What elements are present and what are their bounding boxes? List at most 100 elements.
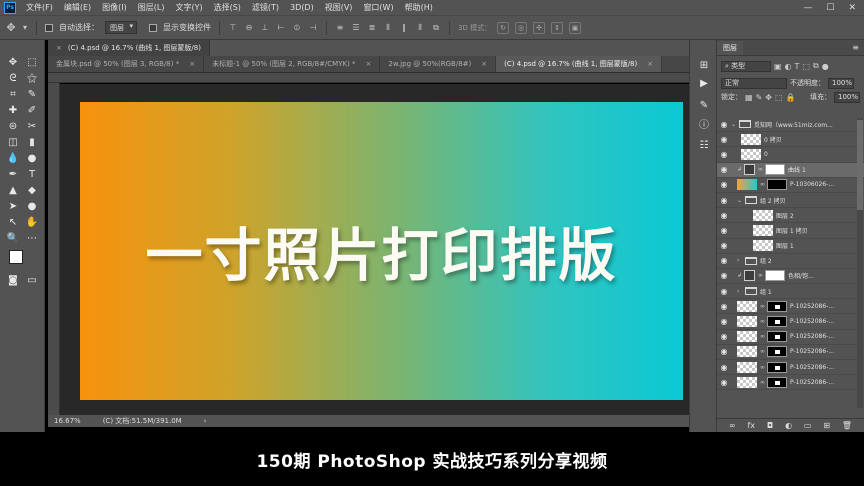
menu-window[interactable]: 窗口(W) <box>363 2 393 13</box>
move-tool-icon[interactable]: ✥ <box>6 21 16 34</box>
visibility-eye-icon[interactable]: ◉ <box>717 196 731 205</box>
visibility-eye-icon[interactable]: ◉ <box>717 120 731 129</box>
distribute-left-icon[interactable]: ⦀ <box>383 23 393 33</box>
maximize-button[interactable]: ☐ <box>826 3 834 13</box>
3d-roll-icon[interactable]: ◎ <box>515 21 528 34</box>
layer-row[interactable]: ◉ 图层 1 <box>717 239 864 254</box>
menu-select[interactable]: 选择(S) <box>214 2 241 13</box>
adjustment-icon[interactable]: ◐ <box>785 421 792 430</box>
visibility-eye-icon[interactable]: ◉ <box>717 347 731 356</box>
chain-link-icon[interactable]: ∞ <box>760 318 765 325</box>
zoom-tool-icon[interactable]: 🔍 <box>5 232 21 246</box>
filter-pixel-icon[interactable]: ▣ <box>774 62 782 71</box>
layer-mask-thumbnail[interactable] <box>767 179 787 191</box>
chain-link-icon[interactable]: ∞ <box>758 166 763 173</box>
panel-menu-icon[interactable]: ≡ <box>852 43 859 52</box>
move-tool-icon[interactable]: ✥ <box>5 56 21 70</box>
screen-mode-icon[interactable]: ▭ <box>24 274 40 288</box>
clone-stamp-icon[interactable]: ⊜ <box>5 120 21 134</box>
document-tab[interactable]: 未标题-1 @ 50% (图层 2, RGB/8#/CMYK) * × <box>204 56 381 72</box>
lock-position-icon[interactable]: ✥ <box>765 93 772 102</box>
vertical-ruler[interactable] <box>48 83 60 415</box>
horizontal-ruler[interactable] <box>48 73 708 83</box>
visibility-eye-icon[interactable]: ◉ <box>717 317 731 326</box>
folder-icon[interactable]: ▭ <box>804 421 812 430</box>
document-tab[interactable]: 金属块.psd @ 50% (图层 3, RGB/8) * × <box>48 56 205 72</box>
layer-filter-dropdown[interactable]: ⌕ 类型 <box>721 60 771 72</box>
new-layer-icon[interactable]: ⊞ <box>823 421 830 430</box>
pen-tool-icon[interactable]: ✒ <box>5 168 21 182</box>
chain-link-icon[interactable]: ∞ <box>760 348 765 355</box>
play-action-icon[interactable]: ▶ <box>697 76 711 90</box>
foreground-color-swatch[interactable] <box>9 250 23 264</box>
distribute-right-icon[interactable]: ⫴ <box>415 23 425 33</box>
visibility-eye-icon[interactable]: ◉ <box>717 241 731 250</box>
layer-mask-thumbnail[interactable] <box>767 361 787 373</box>
auto-align-icon[interactable]: ⧉ <box>431 23 441 33</box>
document-tab-active[interactable]: (C) 4.psd @ 16.7% (曲线 1, 图层蒙版/8) × <box>496 56 663 72</box>
layer-row[interactable]: ◉ ∞ P-10252086-... <box>717 299 864 315</box>
direct-select-icon[interactable]: ➤ <box>5 200 21 214</box>
3d-slide-icon[interactable]: ⇕ <box>551 21 564 34</box>
layer-row[interactable]: ◉ ∞ P-10306026-... <box>717 178 864 193</box>
fx-icon[interactable]: fx <box>747 421 755 430</box>
visibility-eye-icon[interactable]: ◉ <box>717 226 731 235</box>
visibility-eye-icon[interactable]: ◉ <box>717 180 731 189</box>
expand-chevron-icon[interactable]: ⌄ <box>731 121 739 128</box>
link-icon[interactable]: ∞ <box>729 421 736 430</box>
floating-window-tab[interactable]: × (C) 4.psd @ 16.7% (曲线 1, 图层蒙版/8) <box>48 40 210 56</box>
visibility-eye-icon[interactable]: ◉ <box>717 363 731 372</box>
auto-select-checkbox[interactable] <box>45 23 53 32</box>
distribute-top-icon[interactable]: ≡ <box>335 23 345 33</box>
distribute-bottom-icon[interactable]: ≣ <box>367 23 377 33</box>
layer-mask-thumbnail[interactable] <box>767 376 787 388</box>
lasso-tool-icon[interactable]: ᘓ <box>5 72 21 86</box>
history-brush-icon[interactable]: ✂ <box>24 120 40 134</box>
menu-view[interactable]: 视图(V) <box>325 2 353 13</box>
dodge-tool-icon[interactable]: ● <box>24 152 40 166</box>
filter-type-icon[interactable]: T <box>795 62 800 71</box>
properties-panel-icon[interactable]: ☷ <box>697 138 711 152</box>
visibility-eye-icon[interactable]: ◉ <box>717 302 731 311</box>
align-left-icon[interactable]: ⊢ <box>276 23 286 33</box>
visibility-eye-icon[interactable]: ◉ <box>717 150 731 159</box>
zoom-level[interactable]: 16.67% <box>54 417 81 425</box>
visibility-eye-icon[interactable]: ◉ <box>717 271 731 280</box>
filter-shape-icon[interactable]: ⬚ <box>802 62 810 71</box>
close-icon[interactable]: × <box>56 44 62 52</box>
chain-link-icon[interactable]: ∞ <box>760 379 765 386</box>
layer-row[interactable]: ◉ ∞ P-10252086-... <box>717 330 864 345</box>
layer-row[interactable]: ◉ ↲ ∞ 色相/饱... <box>717 269 864 285</box>
menu-file[interactable]: 文件(F) <box>26 2 53 13</box>
layer-row[interactable]: ◉ 图层 2 <box>717 208 864 224</box>
close-icon[interactable]: × <box>366 60 372 68</box>
menu-layer[interactable]: 图层(L) <box>138 2 165 13</box>
eyedropper-icon[interactable]: ✎ <box>24 88 40 102</box>
lock-all-icon[interactable]: 🔒 <box>786 93 796 102</box>
filter-adjustment-icon[interactable]: ◐ <box>785 62 792 71</box>
layer-row[interactable]: ◉ ∞ P-10252086-... <box>717 360 864 376</box>
magic-wand-icon[interactable]: ⚝ <box>24 72 40 86</box>
path-selection-icon[interactable]: ▲ <box>5 184 21 198</box>
tool-preset-dropdown-icon[interactable]: ▾ <box>22 23 28 33</box>
3d-orbit-icon[interactable]: ↻ <box>497 21 510 34</box>
chain-link-icon[interactable]: ∞ <box>760 181 765 188</box>
chain-link-icon[interactable]: ∞ <box>758 272 763 279</box>
expand-chevron-icon[interactable]: › <box>737 257 745 264</box>
layer-mask-thumbnail[interactable] <box>767 331 787 343</box>
marquee-tool-icon[interactable]: ⬚ <box>24 56 40 70</box>
distribute-hcenter-icon[interactable]: ‖ <box>399 23 409 33</box>
3d-drag-icon[interactable]: ✣ <box>533 21 546 34</box>
fill-input[interactable]: 100% <box>834 91 860 103</box>
blend-mode-dropdown[interactable]: 正常 <box>721 77 787 89</box>
layers-panel-title[interactable]: 图层 <box>717 40 743 55</box>
blur-tool-icon[interactable]: 💧 <box>5 152 21 166</box>
artwork-canvas[interactable]: 一寸照片打印排版 <box>80 102 683 400</box>
brush-tool-icon[interactable]: ✐ <box>24 104 40 118</box>
layer-row[interactable]: ◉ › 组 1 <box>717 284 864 300</box>
align-right-icon[interactable]: ⊣ <box>308 23 318 33</box>
custom-shape-icon[interactable]: ● <box>24 200 40 214</box>
align-vcenter-icon[interactable]: ⊖ <box>244 23 254 33</box>
layer-row[interactable]: ◉ 0 <box>717 147 864 163</box>
close-button[interactable]: ✕ <box>848 3 856 13</box>
